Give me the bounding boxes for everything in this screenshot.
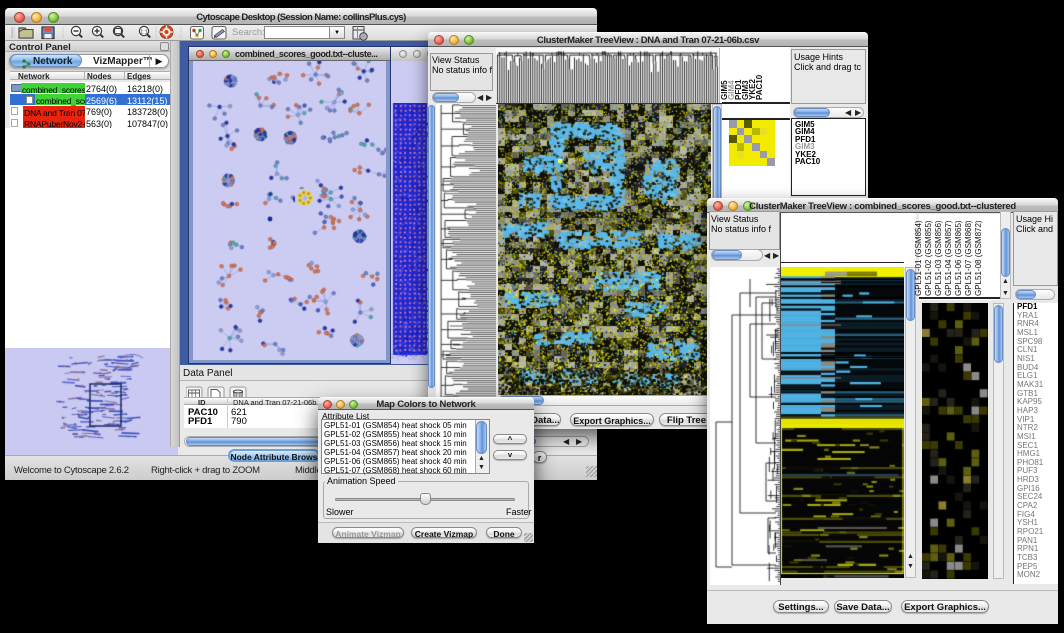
svg-text:1:1: 1:1 <box>140 29 148 35</box>
